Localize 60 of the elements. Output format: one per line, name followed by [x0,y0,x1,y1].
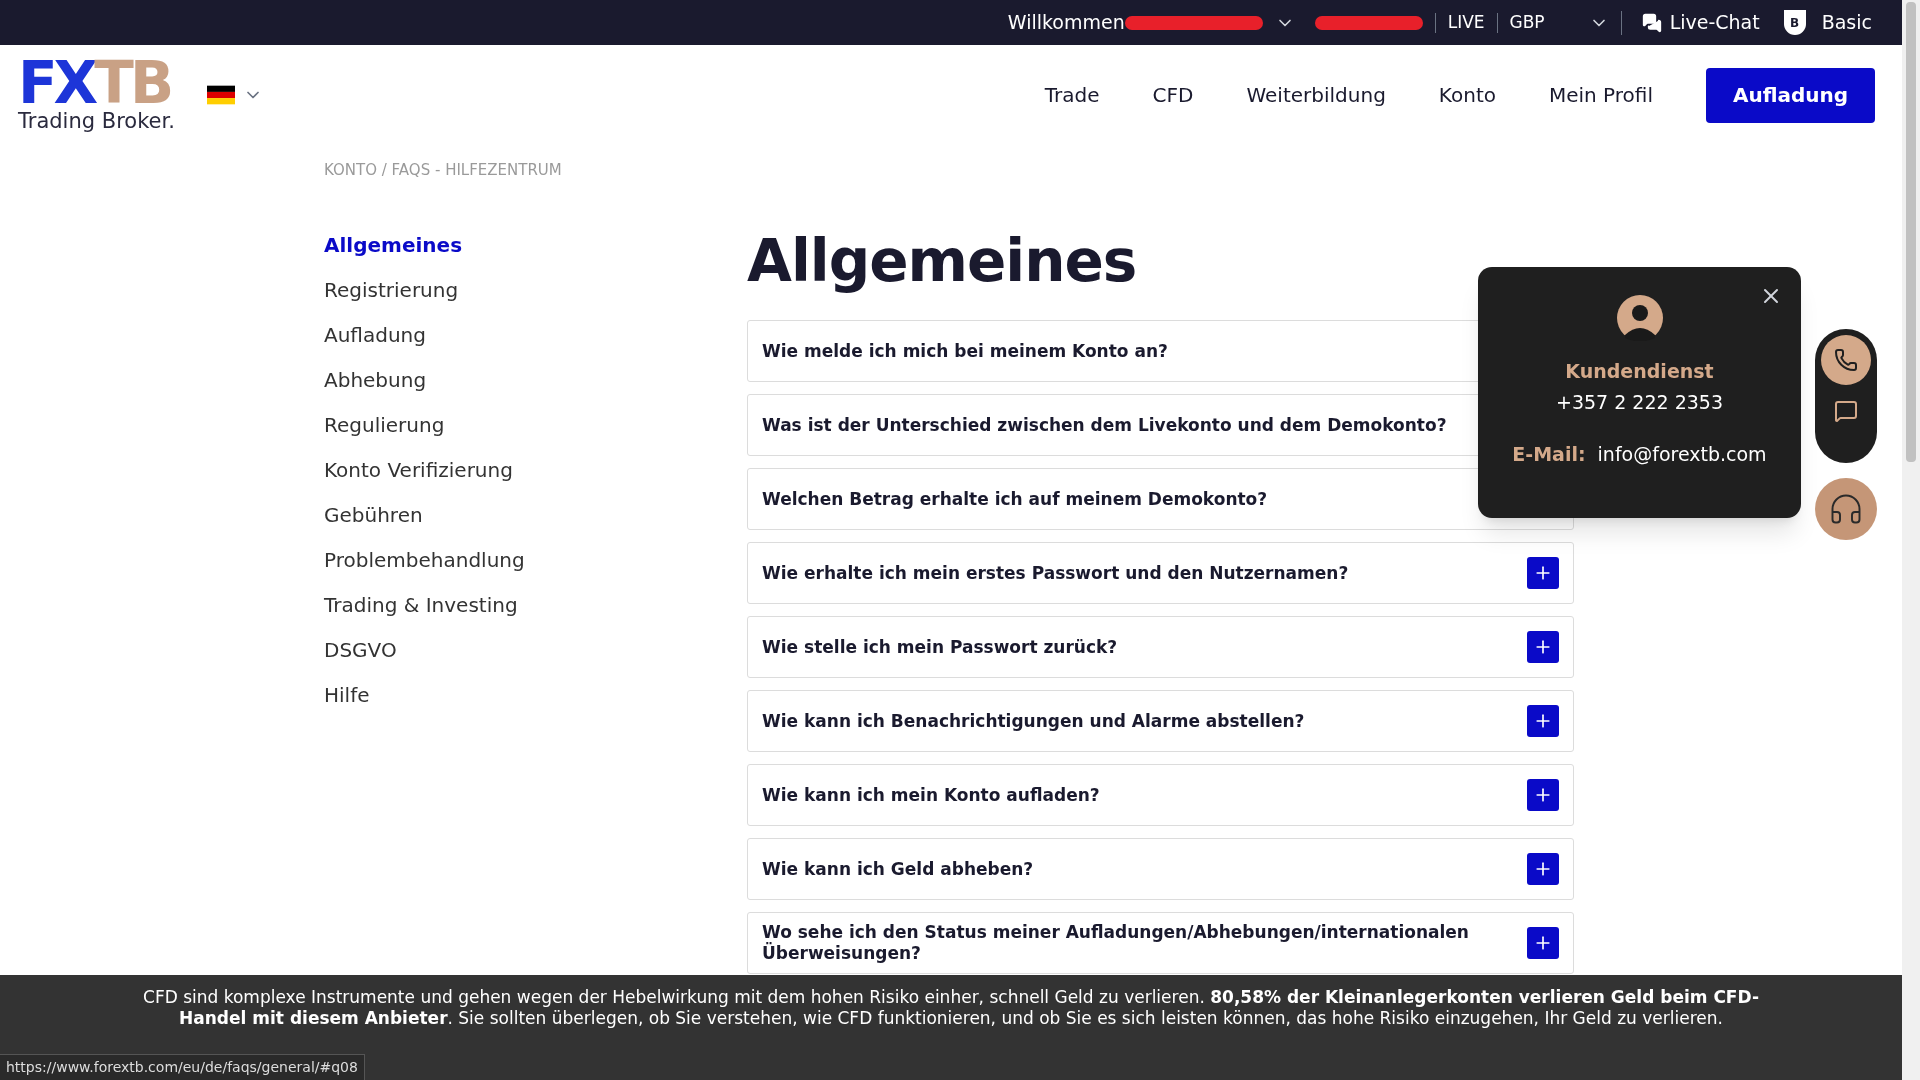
breadcrumb: KONTO / FAQS - HILFEZENTRUM [324,161,562,179]
plus-icon[interactable] [1527,853,1559,885]
german-flag-icon [206,85,235,105]
faq-item[interactable]: Wie kann ich mein Konto aufladen? [747,764,1574,826]
sidebar-item[interactable]: Abhebung [324,367,747,393]
faq-item[interactable]: Welchen Betrag erhalte ich auf meinem Demokonto? [747,468,1574,530]
chat-icon[interactable] [1834,399,1858,423]
faq-item[interactable]: Wie kann ich Benachrichtigungen und Alarme abstellen? [747,690,1574,752]
faq-question: Wie kann ich Geld abheben? [762,858,1034,880]
top-up-button[interactable]: Aufladung [1706,67,1875,123]
faq-item[interactable]: Wo sehe ich den Status meiner Aufladungen/Abhebungen/internationalen Überweisungen? [747,912,1574,974]
scrollbar[interactable] [1902,0,1920,1080]
nav-link[interactable]: CFD [1152,80,1194,110]
plus-icon[interactable] [1527,631,1559,663]
logo-tagline: Trading Broker. [18,110,175,132]
email-link[interactable]: info@forextb.com [1597,440,1767,469]
sidebar-item[interactable]: Aufladung [324,322,747,348]
chat-bubbles-icon [1641,12,1662,33]
faq-item[interactable]: Wie kann ich Geld abheben? [747,838,1574,900]
faq-question: Wo sehe ich den Status meiner Aufladungen/Abhebungen/internationalen Überweisungen? [762,922,1470,964]
faq-item[interactable]: Wie erhalte ich mein erstes Passwort und den Nutzernamen? [747,542,1574,604]
nav-link[interactable]: Trade [1044,80,1100,110]
sidebar-item[interactable]: Konto Verifizierung [324,457,747,483]
nav-link[interactable]: Weiterbildung [1246,80,1386,110]
plus-icon[interactable] [1527,557,1559,589]
shield-icon: B [1783,10,1806,35]
sidebar-item[interactable]: Regulierung [324,412,747,438]
currency-select[interactable]: GBP [1509,9,1609,36]
sidebar-item[interactable]: Registrierung [324,277,747,303]
sidebar-item[interactable]: Gebühren [324,502,747,528]
status-url: https://www.forextb.com/eu/de/faqs/general/#q08 [0,1054,365,1080]
faq-question: Wie melde ich mich bei meinem Konto an? [762,340,1168,362]
sidebar-item[interactable]: Hilfe [324,682,747,708]
sidebar-item[interactable]: Trading & Investing [324,592,747,618]
plus-icon[interactable] [1527,705,1559,737]
welcome-text: Willkommen [1007,10,1125,36]
logo[interactable]: FXTB Trading Broker. [18,58,175,132]
plus-icon[interactable] [1527,927,1559,959]
account-level[interactable]: Basic [1821,8,1872,37]
faq-question: Was ist der Unterschied zwischen dem Livekonto und dem Demokonto? [762,414,1447,436]
faq-question: Wie erhalte ich mein erstes Passwort und den Nutzernamen? [762,562,1349,584]
faq-question: Wie kann ich Benachrichtigungen und Alarme abstellen? [762,710,1305,732]
nav-link[interactable]: Mein Profil [1548,80,1653,110]
account-type: LIVE [1447,10,1485,34]
live-chat-link[interactable]: Live-Chat [1641,8,1760,37]
faq-item[interactable]: Wie stelle ich mein Passwort zurück? [747,616,1574,678]
sidebar-item[interactable]: Problembehandlung [324,547,747,573]
phone-icon[interactable] [1821,335,1871,385]
nav-link[interactable]: Konto [1438,80,1496,110]
faq-question: Wie stelle ich mein Passwort zurück? [762,636,1118,658]
faq-question: Wie kann ich mein Konto aufladen? [762,784,1100,806]
sidebar-item[interactable]: Allgemeines [324,232,747,258]
logo-mark: FX [18,58,95,107]
faq-question: Welchen Betrag erhalte ich auf meinem Demokonto? [762,488,1268,510]
sidebar-item[interactable]: DSGVO [324,637,747,663]
risk-warning: CFD sind komplexe Instrumente und gehen wegen der Hebelwirkung mit dem hohen Risiko einher, schnell Geld zu verlieren. 80,58% der Kleinanlegerkonten verlieren Geld beim CFD-Handel mit diesem Anbieter. Sie sollten überlegen, ob Sie verstehen, wie CFD funktionieren, und ob Sie es sich leisten können, das hohe Risiko einzugehen, Ihr Geld zu verlieren. [142,987,1760,1029]
logo-mark: TB [94,58,171,107]
plus-icon[interactable] [1527,779,1559,811]
page-heading: Allgemeines [747,226,1138,296]
support-agent-icon [1616,295,1663,341]
